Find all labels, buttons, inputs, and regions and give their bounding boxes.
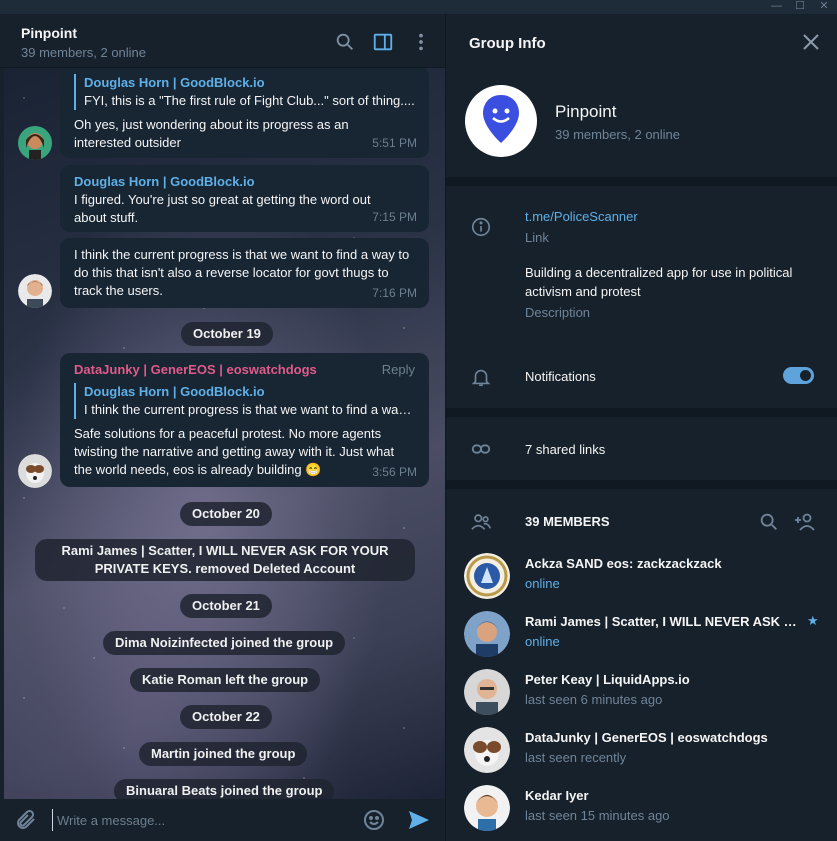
group-description: Building a decentralized app for use in …	[525, 265, 793, 299]
chat-subtitle: 39 members, 2 online	[21, 45, 147, 60]
member-name: Rami James | Scatter, I WILL NEVER ASK F…	[525, 614, 800, 629]
message-input[interactable]	[52, 809, 342, 831]
chat-title: Pinpoint	[21, 25, 77, 41]
message-text: I think the current progress is that we …	[74, 247, 410, 298]
avatar[interactable]	[18, 274, 52, 308]
avatar	[464, 727, 510, 773]
search-icon[interactable]	[758, 511, 780, 533]
message-time: 3:56 PM	[372, 465, 417, 479]
info-icon	[471, 217, 491, 237]
description-label: Description	[525, 305, 591, 320]
notifications-toggle[interactable]	[783, 367, 814, 384]
date-separator: October 19	[181, 322, 273, 346]
member-name: Kedar Iyer	[525, 788, 589, 803]
quote-sender: Douglas Horn | GoodBlock.io	[84, 384, 265, 399]
message-time: 7:16 PM	[372, 286, 417, 300]
service-message: Rami James | Scatter, I WILL NEVER ASK F…	[35, 539, 415, 581]
message-bubble[interactable]: DataJunky | GenerEOS | eoswatchdogs Repl…	[60, 353, 429, 487]
reply-quote[interactable]: Douglas Horn | GoodBlock.io FYI, this is…	[74, 74, 415, 110]
message-text: Oh yes, just wondering about its progres…	[74, 117, 349, 150]
quote-text: FYI, this is a "The first rule of Fight …	[84, 93, 415, 108]
message-sender[interactable]: Douglas Horn | GoodBlock.io	[74, 173, 415, 191]
message-text: Safe solutions for a peaceful protest. N…	[74, 426, 395, 477]
notifications-label: Notifications	[525, 369, 596, 384]
avatar	[464, 785, 510, 831]
message-sender[interactable]: DataJunky | GenerEOS | eoswatchdogs	[74, 361, 415, 379]
message-text: I figured. You're just so great at getti…	[74, 192, 371, 225]
avatar[interactable]	[18, 454, 52, 488]
minimize-button[interactable]: —	[771, 0, 782, 12]
attach-icon[interactable]	[14, 808, 38, 832]
members-header: 39 MEMBERS	[525, 514, 610, 529]
group-info-panel: Group Info Pinpoint 39 members, 2 online…	[445, 14, 837, 841]
add-member-icon[interactable]	[793, 510, 817, 534]
member-name: Peter Keay | LiquidApps.io	[525, 672, 690, 687]
member-row[interactable]: DataJunky | GenerEOS | eoswatchdogs last…	[446, 723, 837, 781]
date-separator: October 20	[180, 502, 272, 526]
member-status: last seen recently	[525, 750, 627, 765]
group-avatar[interactable]	[465, 85, 537, 157]
chat-header[interactable]: Pinpoint 39 members, 2 online	[0, 14, 445, 68]
chat-panel: Pinpoint 39 members, 2 online Douglas Ho…	[0, 14, 445, 841]
member-status: last seen 6 minutes ago	[525, 692, 663, 707]
window-titlebar: — ☐ ✕	[0, 0, 837, 14]
divider	[446, 177, 837, 186]
member-row[interactable]: Kedar Iyer last seen 15 minutes ago	[446, 781, 837, 839]
avatar[interactable]	[18, 126, 52, 160]
panel-title: Group Info	[469, 35, 546, 52]
service-message: Katie Roman left the group	[130, 668, 321, 692]
sidebar-toggle-icon[interactable]	[372, 31, 394, 53]
member-row[interactable]: Ackza SAND eos: zackzackzack online	[446, 549, 837, 607]
avatar	[464, 669, 510, 715]
members-icon	[471, 514, 491, 530]
member-name: Ackza SAND eos: zackzackzack	[525, 556, 722, 571]
member-row[interactable]: Rami James | Scatter, I WILL NEVER ASK F…	[446, 607, 837, 665]
member-status: online	[525, 576, 560, 591]
bell-icon	[471, 369, 491, 387]
message-bubble[interactable]: Douglas Horn | GoodBlock.io FYI, this is…	[60, 68, 429, 158]
service-message: Martin joined the group	[139, 742, 308, 766]
reply-quote[interactable]: Douglas Horn | GoodBlock.io I think the …	[74, 383, 415, 419]
search-icon[interactable]	[334, 31, 356, 53]
window-controls: — ☐ ✕	[771, 0, 829, 12]
admin-star-icon: ★	[807, 613, 819, 628]
service-message: Dima Noizinfected joined the group	[103, 631, 346, 655]
member-status: online	[525, 634, 560, 649]
link-label: Link	[525, 230, 549, 245]
reply-button[interactable]: Reply	[382, 361, 415, 379]
shared-links-item[interactable]: 7 shared links	[525, 440, 605, 459]
message-time: 5:51 PM	[372, 136, 417, 150]
send-icon[interactable]	[407, 808, 431, 832]
date-separator: October 21	[180, 594, 272, 618]
member-row[interactable]: Peter Keay | LiquidApps.io last seen 6 m…	[446, 665, 837, 723]
message-bubble[interactable]: I think the current progress is that we …	[60, 238, 429, 308]
date-separator: October 22	[180, 705, 272, 729]
chat-history[interactable]: Douglas Horn | GoodBlock.io FYI, this is…	[4, 68, 445, 799]
divider	[446, 408, 837, 417]
service-message: Binuaral Beats joined the group	[114, 779, 335, 799]
group-link[interactable]: t.me/PoliceScanner	[525, 207, 638, 226]
maximize-button[interactable]: ☐	[795, 0, 805, 12]
divider	[446, 480, 837, 489]
emoji-icon[interactable]	[362, 808, 386, 832]
quote-sender: Douglas Horn | GoodBlock.io	[84, 75, 265, 90]
window-close-button[interactable]: ✕	[819, 0, 829, 12]
group-name: Pinpoint	[555, 102, 617, 121]
avatar	[464, 611, 510, 657]
message-bubble[interactable]: Douglas Horn | GoodBlock.io I figured. Y…	[60, 165, 429, 232]
member-status: last seen 15 minutes ago	[525, 808, 670, 823]
message-time: 7:15 PM	[372, 210, 417, 224]
member-name: DataJunky | GenerEOS | eoswatchdogs	[525, 730, 768, 745]
close-icon[interactable]	[801, 32, 821, 52]
more-icon[interactable]	[410, 31, 432, 53]
avatar	[464, 553, 510, 599]
message-composer	[0, 799, 445, 841]
group-member-count: 39 members, 2 online	[555, 127, 681, 142]
quote-text: I think the current progress is that we …	[84, 402, 415, 417]
link-icon	[471, 444, 491, 454]
